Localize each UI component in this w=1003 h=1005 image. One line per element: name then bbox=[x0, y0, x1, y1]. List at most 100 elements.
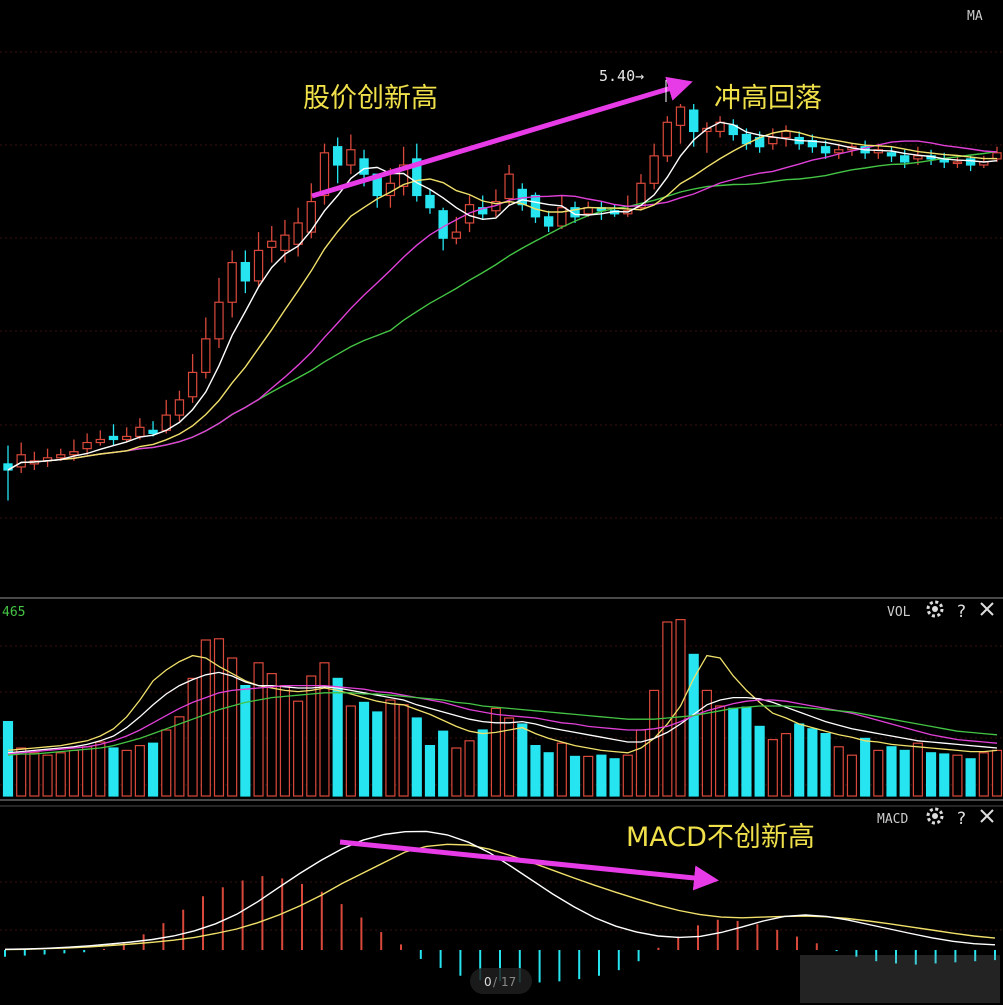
candle-up bbox=[649, 155, 659, 184]
volume-bar-up bbox=[451, 747, 462, 797]
volume-bar-down bbox=[741, 706, 752, 797]
volume-bar-down bbox=[899, 749, 910, 797]
volume-bar-down bbox=[794, 723, 805, 797]
volume-bar-up bbox=[780, 732, 792, 797]
candle-up bbox=[16, 454, 26, 468]
volume-bar-up bbox=[161, 729, 172, 797]
volume-bar-up bbox=[912, 742, 923, 797]
volume-bar-down bbox=[477, 729, 488, 797]
candle-up bbox=[451, 231, 462, 239]
vol-indicator-label: VOL bbox=[887, 605, 911, 620]
stock-chart: MA 5.40→ 股价创新高 冲高回落 MACD不创新高 465 VOL ? M… bbox=[0, 0, 1003, 1005]
volume-bar-up bbox=[29, 752, 40, 797]
volume-bar-down bbox=[332, 677, 343, 797]
candle-down bbox=[148, 429, 158, 435]
candle-up bbox=[95, 438, 105, 444]
volume-bar-up bbox=[345, 705, 356, 797]
candle-down bbox=[359, 158, 369, 175]
volume-bar-down bbox=[543, 752, 554, 797]
volume-bar-down bbox=[728, 707, 739, 797]
candle-down bbox=[530, 194, 541, 218]
volume-bar-down bbox=[2, 720, 14, 797]
volume-bar-up bbox=[846, 754, 858, 797]
volume-bar-down bbox=[939, 753, 950, 797]
volume-bar-up bbox=[121, 749, 132, 797]
volume-bar-up bbox=[227, 657, 238, 797]
volume-bar-down bbox=[886, 746, 897, 797]
candle-up bbox=[135, 426, 145, 438]
candle-up bbox=[253, 249, 264, 282]
candle-up bbox=[201, 338, 211, 374]
candle-up bbox=[174, 399, 185, 416]
rush-high-fall-annotation: 冲高回落 bbox=[714, 83, 822, 114]
volume-bar-down bbox=[688, 653, 699, 797]
volume-bar-down bbox=[569, 755, 581, 797]
candle-up bbox=[913, 155, 923, 160]
volume-bar-up bbox=[464, 740, 475, 797]
candle-up bbox=[781, 130, 791, 139]
volume-bar-up bbox=[253, 662, 264, 797]
candle-up bbox=[227, 262, 237, 303]
price-new-high-annotation: 股价创新高 bbox=[303, 83, 438, 114]
candle-down bbox=[240, 262, 251, 282]
volume-bar-up bbox=[266, 672, 277, 797]
volume-bar-up bbox=[174, 716, 185, 797]
pager-current[interactable]: 0 bbox=[484, 975, 492, 989]
volume-bar-down bbox=[530, 744, 541, 797]
volume-bar-up bbox=[833, 746, 844, 797]
candle-up bbox=[504, 173, 514, 200]
help-icon[interactable]: ? bbox=[957, 809, 966, 829]
volume-bar-up bbox=[55, 752, 66, 797]
volume-bar-down bbox=[860, 737, 871, 797]
volume-bar-up bbox=[16, 747, 27, 797]
watermark-blur bbox=[800, 955, 1000, 1003]
volume-bar-up bbox=[213, 638, 225, 797]
volume-bar-up bbox=[385, 699, 396, 797]
volume-bar-down bbox=[807, 728, 818, 797]
volume-bar-up bbox=[635, 729, 647, 797]
volume-bar-down bbox=[372, 711, 383, 797]
candle-up bbox=[952, 161, 963, 165]
volume-bar-up bbox=[701, 689, 712, 797]
candle-up bbox=[834, 149, 844, 154]
volume-bar-down bbox=[754, 725, 765, 797]
volume-bar-down bbox=[411, 717, 422, 797]
volume-bar-down bbox=[438, 730, 449, 797]
volume-bar-down bbox=[820, 732, 831, 797]
candle-up bbox=[267, 240, 277, 248]
pager-total: 17 bbox=[501, 975, 516, 989]
volume-bar-up bbox=[991, 749, 1003, 797]
volume-bar-up bbox=[279, 684, 291, 797]
price-high-label: 5.40→ bbox=[599, 67, 644, 85]
candle-up bbox=[306, 201, 316, 233]
volume-bar-up bbox=[95, 741, 106, 797]
candle-down bbox=[965, 158, 976, 166]
volume-bar-up bbox=[68, 749, 80, 797]
candle-up bbox=[214, 301, 224, 340]
candle-up bbox=[768, 136, 778, 145]
candle-down bbox=[332, 146, 343, 166]
candle-up bbox=[293, 222, 303, 245]
volume-bar-up bbox=[649, 689, 660, 797]
volume-bar-up bbox=[978, 752, 989, 797]
volume-value-label: 465 bbox=[2, 605, 25, 620]
candle-up bbox=[187, 371, 198, 398]
candle-up bbox=[675, 106, 686, 126]
volume-bar-up bbox=[714, 705, 726, 797]
candle-up bbox=[557, 207, 567, 227]
volume-bar-up bbox=[134, 744, 145, 797]
volume-bar-up bbox=[490, 707, 501, 797]
volume-bar-up bbox=[319, 662, 330, 797]
candle-up bbox=[280, 234, 290, 251]
candle-down bbox=[900, 155, 910, 163]
help-icon[interactable]: ? bbox=[957, 602, 966, 622]
candle-up bbox=[346, 149, 356, 166]
candle-down bbox=[108, 435, 119, 441]
candle-down bbox=[820, 146, 831, 154]
candle-up bbox=[69, 451, 79, 456]
candle-down bbox=[543, 216, 554, 227]
volume-bar-down bbox=[596, 754, 607, 797]
candle-down bbox=[886, 152, 897, 157]
candle-up bbox=[662, 121, 673, 157]
volume-bar-down bbox=[108, 747, 119, 797]
